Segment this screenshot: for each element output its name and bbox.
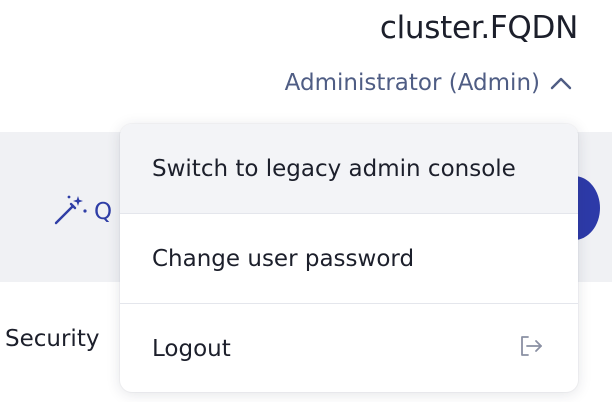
user-menu-label: Administrator (Admin) — [284, 70, 540, 96]
chevron-up-icon — [550, 76, 572, 90]
menu-item-switch-legacy-console[interactable]: Switch to legacy admin console — [120, 124, 578, 213]
quick-action-label: Q — [94, 199, 113, 225]
user-menu-trigger[interactable]: Administrator (Admin) — [285, 70, 572, 96]
top-header: cluster.FQDN Administrator (Admin) — [0, 0, 612, 132]
logout-icon — [518, 334, 544, 364]
menu-item-label: Switch to legacy admin console — [152, 155, 516, 182]
menu-item-change-password[interactable]: Change user password — [120, 214, 578, 303]
cluster-name: cluster.FQDN — [379, 10, 578, 46]
section-label-security: Security — [5, 326, 100, 352]
quick-action-button[interactable]: Q — [52, 192, 112, 232]
user-dropdown-menu: Switch to legacy admin console Change us… — [120, 124, 578, 392]
menu-item-label: Change user password — [152, 245, 415, 272]
menu-item-logout[interactable]: Logout — [120, 304, 578, 393]
magic-wand-icon — [52, 192, 88, 232]
menu-item-label: Logout — [152, 335, 231, 362]
